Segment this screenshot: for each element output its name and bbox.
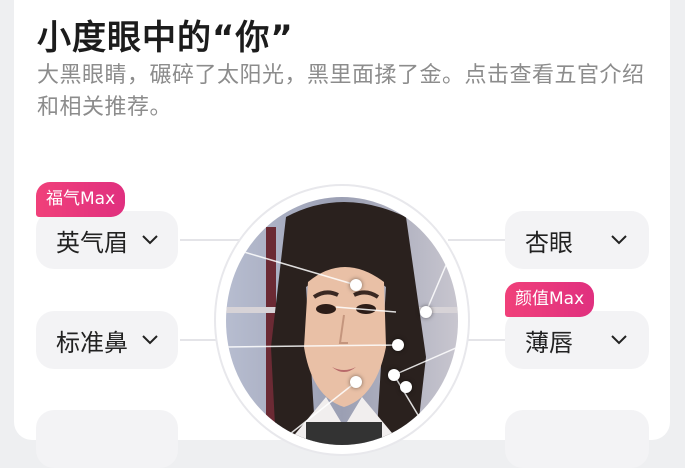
feature-label-lips: 薄唇 (525, 328, 573, 357)
landmark-lip-point[interactable] (388, 369, 400, 381)
feature-pill-nose[interactable]: 标准鼻 (36, 311, 178, 369)
feature-label-nose: 标准鼻 (56, 328, 128, 357)
feature-pill-partial-right[interactable] (505, 410, 649, 468)
feature-label-eyebrow: 英气眉 (56, 228, 128, 257)
feature-pill-eye[interactable]: 杏眼 (505, 211, 649, 269)
chevron-down-icon (142, 235, 158, 245)
chevron-down-icon (611, 335, 627, 345)
portrait-illustration (226, 197, 458, 445)
face-portrait[interactable] (226, 197, 458, 445)
badge-lips: 颜值Max (505, 282, 595, 317)
landmark-eye-point[interactable] (420, 306, 432, 318)
chevron-down-icon (611, 235, 627, 245)
landmark-nose-point[interactable] (392, 339, 404, 351)
feature-pill-partial[interactable] (36, 410, 178, 468)
landmark-lip-corner-point[interactable] (400, 381, 412, 393)
landmark-brow-point[interactable] (350, 279, 362, 291)
landmark-chin-point[interactable] (350, 376, 362, 388)
chevron-down-icon (142, 335, 158, 345)
feature-pill-eyebrow[interactable]: 英气眉 (36, 211, 178, 269)
badge-eyebrow: 福气Max (36, 182, 126, 217)
feature-label-eye: 杏眼 (525, 228, 573, 257)
feature-pill-lips[interactable]: 薄唇 (505, 311, 649, 369)
